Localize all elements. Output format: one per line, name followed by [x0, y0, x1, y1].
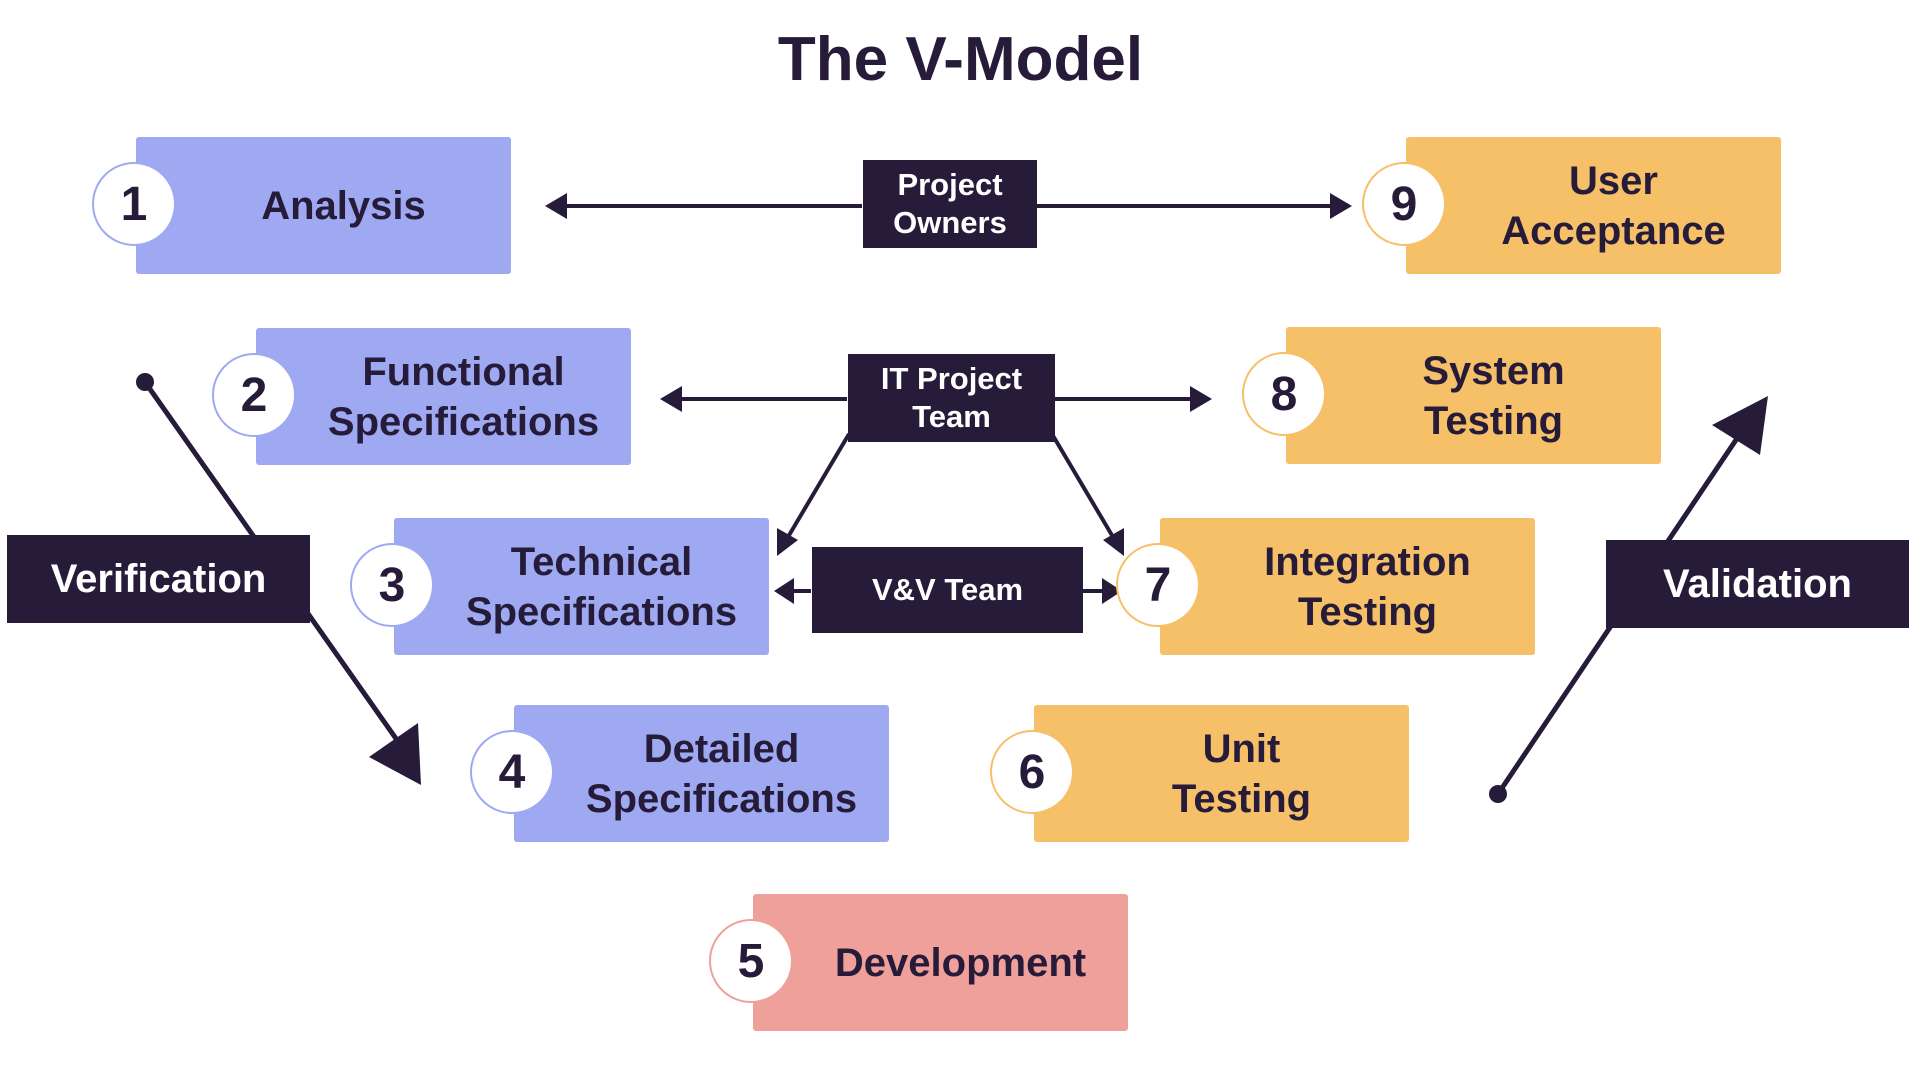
arrowhead-to-technical	[777, 528, 798, 556]
stage-technical-specifications: 3 Technical Specifications	[350, 518, 769, 655]
stage-number-badge: 2	[212, 353, 296, 437]
stage-analysis: 1 Analysis	[92, 137, 511, 274]
arrowhead-to-integration	[1103, 528, 1124, 556]
stage-label: Integration Testing	[1264, 539, 1471, 634]
stage-detailed-specifications: 4 Detailed Specifications	[470, 705, 889, 842]
stage-number-badge: 9	[1362, 162, 1446, 246]
arrowhead-to-analysis	[545, 193, 567, 219]
vv-team-box: V&V Team	[812, 547, 1083, 633]
stage-number-badge: 6	[990, 730, 1074, 814]
stage-label: Functional Specifications	[327, 349, 600, 444]
stage-label: Unit Testing	[1171, 726, 1312, 821]
verification-arrowhead	[369, 723, 421, 785]
stage-development: 5 Development	[709, 894, 1128, 1031]
stage-label: System Testing	[1422, 348, 1565, 443]
stage-integration-testing: 7 Integration Testing	[1116, 518, 1535, 655]
stage-label: Analysis	[261, 183, 426, 228]
verification-label: Verification	[7, 535, 310, 623]
stage-label: Technical Specifications	[465, 539, 738, 634]
stage-label: Development	[834, 940, 1087, 985]
arrowhead-vv-to-technical	[774, 578, 794, 604]
stage-functional-specifications: 2 Functional Specifications	[212, 328, 631, 465]
stage-label: User Acceptance	[1501, 158, 1726, 253]
stage-number-badge: 1	[92, 162, 176, 246]
validation-label: Validation	[1606, 540, 1909, 628]
project-owners-box: Project Owners	[863, 160, 1037, 248]
arrowhead-to-functional	[660, 386, 682, 412]
validation-arrowhead	[1712, 396, 1768, 455]
stage-user-acceptance: 9 User Acceptance	[1362, 137, 1781, 274]
arrowhead-to-system	[1190, 386, 1212, 412]
stage-number-badge: 7	[1116, 543, 1200, 627]
stage-number-badge: 8	[1242, 352, 1326, 436]
stage-number-badge: 5	[709, 919, 793, 1003]
arrowhead-to-user-acceptance	[1330, 193, 1352, 219]
stage-system-testing: 8 System Testing	[1242, 327, 1661, 464]
stage-number-badge: 4	[470, 730, 554, 814]
stage-label: Detailed Specifications	[585, 726, 858, 821]
stage-unit-testing: 6 Unit Testing	[990, 705, 1409, 842]
it-project-team-box: IT Project Team	[848, 354, 1055, 442]
stage-number-badge: 3	[350, 543, 434, 627]
